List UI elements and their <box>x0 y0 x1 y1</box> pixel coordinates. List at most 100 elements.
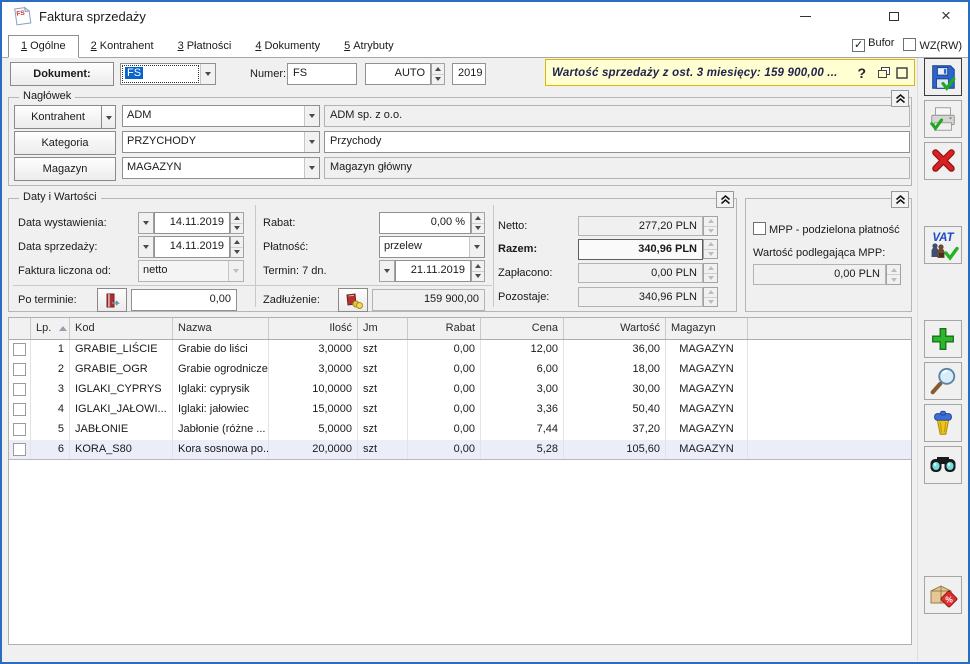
zadluzenie-label: Zadłużenie: <box>263 294 320 306</box>
table-cell: szt <box>358 380 408 400</box>
cancel-button[interactable] <box>924 142 962 180</box>
column-header[interactable]: Jm <box>358 318 408 339</box>
table-row[interactable]: 3IGLAKI_CYPRYSIglaki: cyprysik10,0000szt… <box>9 380 911 400</box>
chevron-down-icon[interactable] <box>304 132 319 152</box>
table-cell: 12,00 <box>481 340 564 360</box>
column-header[interactable]: Kod <box>70 318 173 339</box>
kontrahent-code-combo[interactable]: ADM <box>122 105 320 127</box>
mpp-value-label: Wartość podlegająca MPP: <box>753 247 885 259</box>
save-button[interactable] <box>924 58 962 96</box>
column-header[interactable] <box>9 318 31 339</box>
column-header[interactable]: Rabat <box>408 318 481 339</box>
table-cell: MAGAZYN <box>666 380 748 400</box>
maximize-button[interactable] <box>880 3 908 29</box>
data-wystawienia-drop[interactable] <box>138 212 154 234</box>
table-row[interactable]: 2GRABIE_OGRGrabie ogrodnicze3,0000szt0,0… <box>9 360 911 380</box>
naglowek-group-label: Nagłówek <box>19 90 75 102</box>
data-sprzedazy-field[interactable]: 14.11.2019 <box>154 236 230 258</box>
table-row[interactable]: 6KORA_S80Kora sosnowa po...20,0000szt0,0… <box>9 440 911 460</box>
row-checkbox[interactable] <box>13 403 26 416</box>
tab-dokumenty[interactable]: 4Dokumenty <box>243 36 332 57</box>
numer-auto-spinner[interactable] <box>431 63 445 85</box>
mpp-checkbox[interactable]: MPP - podzielona płatność <box>753 222 900 236</box>
row-checkbox[interactable] <box>13 443 26 456</box>
chevron-down-icon[interactable] <box>304 106 319 126</box>
kategoria-code-combo[interactable]: PRZYCHODY <box>122 131 320 153</box>
vat-registry-button[interactable]: VAT <box>924 226 962 264</box>
termin-spinner[interactable] <box>471 260 485 282</box>
row-checkbox[interactable] <box>13 383 26 396</box>
maximize-window-icon[interactable] <box>896 67 908 79</box>
collapse-daty-button[interactable] <box>716 191 734 208</box>
collapse-naglowek-button[interactable] <box>891 90 909 107</box>
numer-prefix-field[interactable]: FS <box>287 63 357 85</box>
table-row[interactable]: 4IGLAKI_JAŁOWI...Iglaki: jałowiec15,0000… <box>9 400 911 420</box>
data-wystawienia-field[interactable]: 14.11.2019 <box>154 212 230 234</box>
faktura-liczona-combo: netto <box>138 260 244 282</box>
edit-item-button[interactable] <box>924 362 962 400</box>
document-schema-combo[interactable]: FS <box>120 63 216 85</box>
print-button[interactable] <box>924 100 962 138</box>
kategoria-name-field[interactable]: Przychody <box>324 131 910 153</box>
table-cell: 15,0000 <box>269 400 358 420</box>
tab-kontrahent[interactable]: 2Kontrahent <box>79 36 166 57</box>
chevron-down-icon[interactable] <box>304 158 319 178</box>
rabat-spinner[interactable] <box>471 212 485 234</box>
zadluzenie-button[interactable] <box>338 288 368 312</box>
column-header[interactable]: Cena <box>481 318 564 339</box>
double-chevron-up-icon <box>720 195 731 205</box>
platnosc-combo[interactable]: przelew <box>379 236 485 258</box>
wz-checkbox-box[interactable] <box>903 38 916 51</box>
column-header[interactable]: Lp. <box>31 318 70 339</box>
kontrahent-button-arrow[interactable] <box>101 105 116 129</box>
table-row[interactable]: 5JABŁONIEJabłonie (różne ...5,0000szt0,0… <box>9 420 911 440</box>
dokument-button[interactable]: Dokument: <box>10 62 114 86</box>
rabat-field[interactable]: 0,00 % <box>379 212 471 234</box>
po-terminie-button[interactable] <box>97 288 127 312</box>
termin-field[interactable]: 21.11.2019 <box>395 260 471 282</box>
numer-year-field[interactable]: 2019 <box>452 63 486 85</box>
column-header[interactable]: Ilość <box>269 318 358 339</box>
magazyn-button[interactable]: Magazyn <box>14 157 116 181</box>
tab-ogolne[interactable]: 1Ogólne <box>8 35 79 58</box>
numer-auto-field[interactable]: AUTO <box>365 63 431 85</box>
wz-checkbox[interactable]: WZ(RW) <box>903 38 962 52</box>
table-cell <box>9 400 31 420</box>
table-cell: 18,00 <box>564 360 666 380</box>
row-checkbox[interactable] <box>13 363 26 376</box>
tab-platnosci[interactable]: 3Płatności <box>166 36 244 57</box>
column-header[interactable]: Wartość <box>564 318 666 339</box>
mpp-checkbox-box[interactable] <box>753 222 766 235</box>
kontrahent-button[interactable]: Kontrahent <box>14 105 102 129</box>
chevron-down-icon[interactable] <box>469 237 484 257</box>
kategoria-button[interactable]: Kategoria <box>14 131 116 155</box>
table-row[interactable]: 1GRABIE_LIŚCIEGrabie do liści3,0000szt0,… <box>9 340 911 360</box>
double-chevron-up-icon <box>895 94 906 104</box>
bufor-checkbox-box[interactable]: ✓ <box>852 39 865 52</box>
bufor-checkbox[interactable]: ✓Bufor <box>852 37 894 52</box>
termin-drop[interactable] <box>379 260 395 282</box>
data-sprzedazy-spinner[interactable] <box>230 236 244 258</box>
row-checkbox[interactable] <box>13 343 26 356</box>
restore-window-icon[interactable] <box>878 67 891 79</box>
column-header[interactable]: Nazwa <box>173 318 269 339</box>
minimize-button[interactable] <box>791 3 819 29</box>
tab-atrybuty[interactable]: 5Atrybuty <box>332 36 405 57</box>
data-sprzedazy-drop[interactable] <box>138 236 154 258</box>
row-checkbox[interactable] <box>13 423 26 436</box>
magazyn-code-combo[interactable]: MAGAZYN <box>122 157 320 179</box>
close-button[interactable]: × <box>932 3 960 29</box>
collapse-mpp-button[interactable] <box>891 191 909 208</box>
discounts-button[interactable]: % <box>924 576 962 614</box>
chevron-down-icon[interactable] <box>200 64 215 84</box>
delete-item-button[interactable] <box>924 404 962 442</box>
help-question-icon[interactable]: ? <box>857 65 866 81</box>
discount-package-icon: % <box>927 579 959 611</box>
add-item-button[interactable] <box>924 320 962 358</box>
column-header[interactable]: Magazyn <box>666 318 748 339</box>
find-item-button[interactable] <box>924 446 962 484</box>
table-cell: KORA_S80 <box>70 440 173 459</box>
data-wystawienia-spinner[interactable] <box>230 212 244 234</box>
table-cell: 5 <box>31 420 70 440</box>
razem-spinner <box>703 239 718 259</box>
